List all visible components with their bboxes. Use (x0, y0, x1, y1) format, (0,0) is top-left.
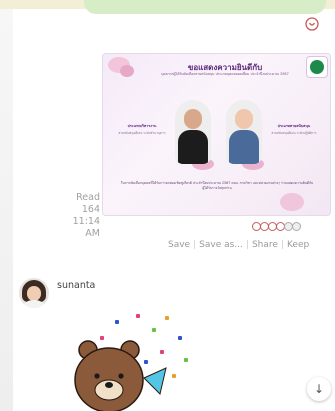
share-link[interactable]: Share (252, 240, 278, 250)
flower-decoration (120, 65, 134, 77)
awardee-photo-2 (226, 100, 262, 164)
left-rail (0, 9, 13, 411)
image-message[interactable]: ขอแสดงความยินดีกับ บุคลากรผู้ได้รับคัดเล… (102, 53, 331, 216)
reaction-bar[interactable] (252, 219, 328, 233)
reaction-smile-icon (292, 221, 301, 231)
awardee-1-title: ประเภทบริหารงาน (127, 124, 157, 128)
university-logo (307, 57, 327, 77)
save-as-link[interactable]: Save as... (199, 240, 243, 250)
awardee-2-subtitle: สายสนับสนุนดีเด่น ระดับปฏิบัติการ (271, 131, 317, 135)
read-count: Read 164 (76, 192, 100, 215)
card-body-text: ในการคัดเลือกบุคคลที่ได้รับการยกย่องเชิด… (120, 181, 314, 190)
sender-avatar[interactable] (19, 278, 49, 308)
keep-link[interactable]: Keep (287, 240, 309, 250)
flower-decoration (280, 193, 304, 211)
reaction-heart-icon[interactable] (305, 17, 319, 31)
card-subtitle: บุคลากรผู้ได้รับคัดเลือกสายสนับสนุน ประเ… (161, 72, 289, 76)
scroll-down-button[interactable]: ↓ (307, 377, 331, 401)
awardee-photo-1 (175, 100, 211, 164)
awardee-1-subtitle: สายสนับสนุนดีเด่น ระดับชำนาญการ (118, 131, 166, 135)
message-actions: Save | Save as... | Share | Keep (168, 240, 310, 250)
chevron-down-icon: ↓ (313, 382, 325, 396)
chat-view: Read 164 11:14 AM ขอแสดงความยินดีกับ บุค… (0, 0, 335, 411)
sender-name: sunanta (57, 280, 96, 291)
bear-sticker[interactable] (60, 310, 200, 411)
bear-icon (74, 340, 167, 411)
message-time: 11:14 AM (72, 216, 100, 239)
awardee-2-title: ประเภทสายสนับสนุน (277, 124, 311, 128)
previous-message-bubble[interactable] (84, 0, 326, 14)
save-link[interactable]: Save (168, 240, 190, 250)
read-receipt: Read 164 11:14 AM (56, 192, 100, 240)
